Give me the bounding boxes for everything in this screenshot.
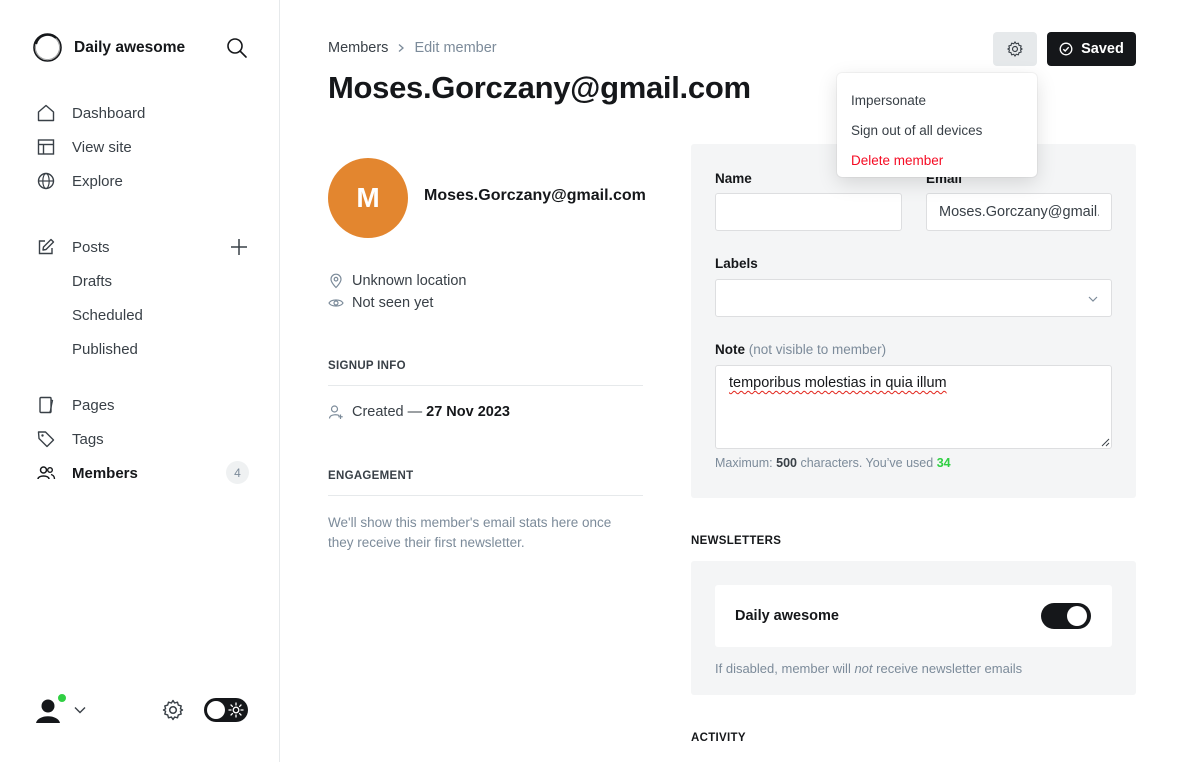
tag-icon: [36, 429, 56, 449]
home-icon: [36, 103, 56, 123]
note-value: temporibus molestias in quia illum: [729, 375, 947, 391]
note-label: Note (not visible to member): [715, 342, 886, 357]
last-seen-text: Not seen yet: [352, 295, 434, 311]
note-textarea[interactable]: temporibus molestias in quia illum: [715, 365, 1112, 449]
brand[interactable]: Daily awesome: [32, 32, 185, 63]
resize-handle-icon[interactable]: [1100, 437, 1110, 447]
member-last-seen: Not seen yet: [328, 295, 433, 311]
members-icon: [36, 463, 56, 483]
menu-item-impersonate[interactable]: Impersonate: [837, 85, 1037, 115]
labels-label: Labels: [715, 256, 758, 271]
chevron-down-icon: [1088, 296, 1098, 302]
theme-toggle[interactable]: [204, 698, 248, 722]
user-add-icon: [328, 405, 343, 419]
breadcrumb: Members Edit member: [328, 40, 497, 56]
nav-label: Pages: [72, 396, 115, 414]
nav-dashboard[interactable]: Dashboard: [36, 101, 145, 125]
note-hint: (not visible to member): [748, 342, 887, 357]
nav-members[interactable]: Members: [36, 461, 138, 485]
location-text: Unknown location: [352, 273, 467, 289]
nav-posts[interactable]: Posts: [36, 235, 110, 259]
divider: [328, 385, 643, 386]
nav-explore[interactable]: Explore: [36, 169, 123, 193]
save-button[interactable]: Saved: [1047, 32, 1136, 66]
note-char-count: Maximum: 500 characters. You’ve used 34: [715, 456, 951, 470]
breadcrumb-current: Edit member: [414, 40, 497, 56]
activity-title: ACTIVITY: [691, 732, 746, 744]
newsletter-note: If disabled, member will not receive new…: [715, 661, 1022, 676]
menu-item-delete-member[interactable]: Delete member: [837, 145, 1037, 175]
members-count-badge: 4: [226, 461, 249, 484]
count-used: 34: [936, 456, 951, 470]
nav-tags[interactable]: Tags: [36, 427, 104, 451]
edit-icon: [36, 237, 56, 257]
name-label: Name: [715, 171, 752, 186]
sun-icon: [228, 702, 244, 718]
toggle-knob: [1067, 606, 1087, 626]
name-field[interactable]: [715, 193, 902, 231]
engagement-text: We'll show this member's email stats her…: [328, 515, 612, 550]
eye-icon: [328, 299, 344, 307]
nav-label: View site: [72, 138, 132, 156]
signup-info-title: SIGNUP INFO: [328, 360, 406, 372]
chevron-down-icon[interactable]: [73, 703, 87, 717]
member-location: Unknown location: [328, 273, 466, 289]
gear-icon: [1007, 41, 1023, 57]
site-logo-icon: [33, 33, 62, 62]
nav-drafts[interactable]: Drafts: [72, 270, 112, 292]
search-icon[interactable]: [226, 37, 248, 59]
newsletters-title: NEWSLETTERS: [691, 535, 782, 547]
page-title: Moses.Gorczany@gmail.com: [328, 70, 751, 105]
menu-item-sign-out-all[interactable]: Sign out of all devices: [837, 115, 1037, 145]
nl-note-before: If disabled, member will: [715, 661, 851, 676]
globe-icon: [36, 171, 56, 191]
pages-icon: [36, 395, 56, 415]
check-circle-icon: [1059, 42, 1073, 56]
created-info: Created — 27 Nov 2023: [328, 404, 510, 420]
email-field[interactable]: [926, 193, 1112, 231]
nl-note-after: receive newsletter emails: [876, 661, 1023, 676]
member-actions-button[interactable]: [993, 32, 1037, 66]
member-actions-menu: Impersonate Sign out of all devices Dele…: [837, 73, 1037, 177]
labels-select[interactable]: [715, 279, 1112, 317]
newsletter-subscription-toggle[interactable]: [1041, 603, 1091, 629]
nav-view-site[interactable]: View site: [36, 135, 132, 159]
member-email: Moses.Gorczany@gmail.com: [424, 187, 646, 204]
count-prefix: Maximum:: [715, 456, 773, 470]
nav-label: Dashboard: [72, 104, 146, 122]
nav-label: Tags: [72, 430, 104, 448]
nav-scheduled[interactable]: Scheduled: [72, 304, 143, 326]
nav-label: Members: [72, 464, 138, 482]
count-middle: characters. You’ve used: [800, 456, 934, 470]
created-label: Created —: [352, 404, 423, 420]
online-status-dot: [57, 693, 67, 703]
count-max: 500: [776, 456, 797, 470]
nav-label: Explore: [72, 172, 123, 190]
layout-icon: [36, 137, 56, 157]
member-avatar: M: [328, 158, 408, 238]
new-post-plus-icon[interactable]: [229, 237, 249, 257]
newsletter-name: Daily awesome: [735, 608, 839, 624]
location-pin-icon: [330, 273, 342, 289]
created-date: 27 Nov 2023: [426, 404, 510, 420]
nav-pages[interactable]: Pages: [36, 393, 115, 417]
gear-icon[interactable]: [161, 698, 185, 722]
breadcrumb-members-link[interactable]: Members: [328, 40, 388, 56]
toggle-knob: [207, 701, 225, 719]
nav-label: Posts: [72, 238, 110, 256]
divider: [328, 495, 643, 496]
engagement-title: ENGAGEMENT: [328, 470, 414, 482]
nl-note-em: not: [854, 661, 873, 676]
save-button-label: Saved: [1081, 41, 1124, 57]
note-label-text: Note: [715, 342, 745, 357]
sidebar: Daily awesome Dashboard View site Explor…: [0, 0, 280, 762]
site-name: Daily awesome: [74, 38, 186, 56]
nav-published[interactable]: Published: [72, 338, 138, 360]
chevron-right-icon: [399, 44, 405, 52]
